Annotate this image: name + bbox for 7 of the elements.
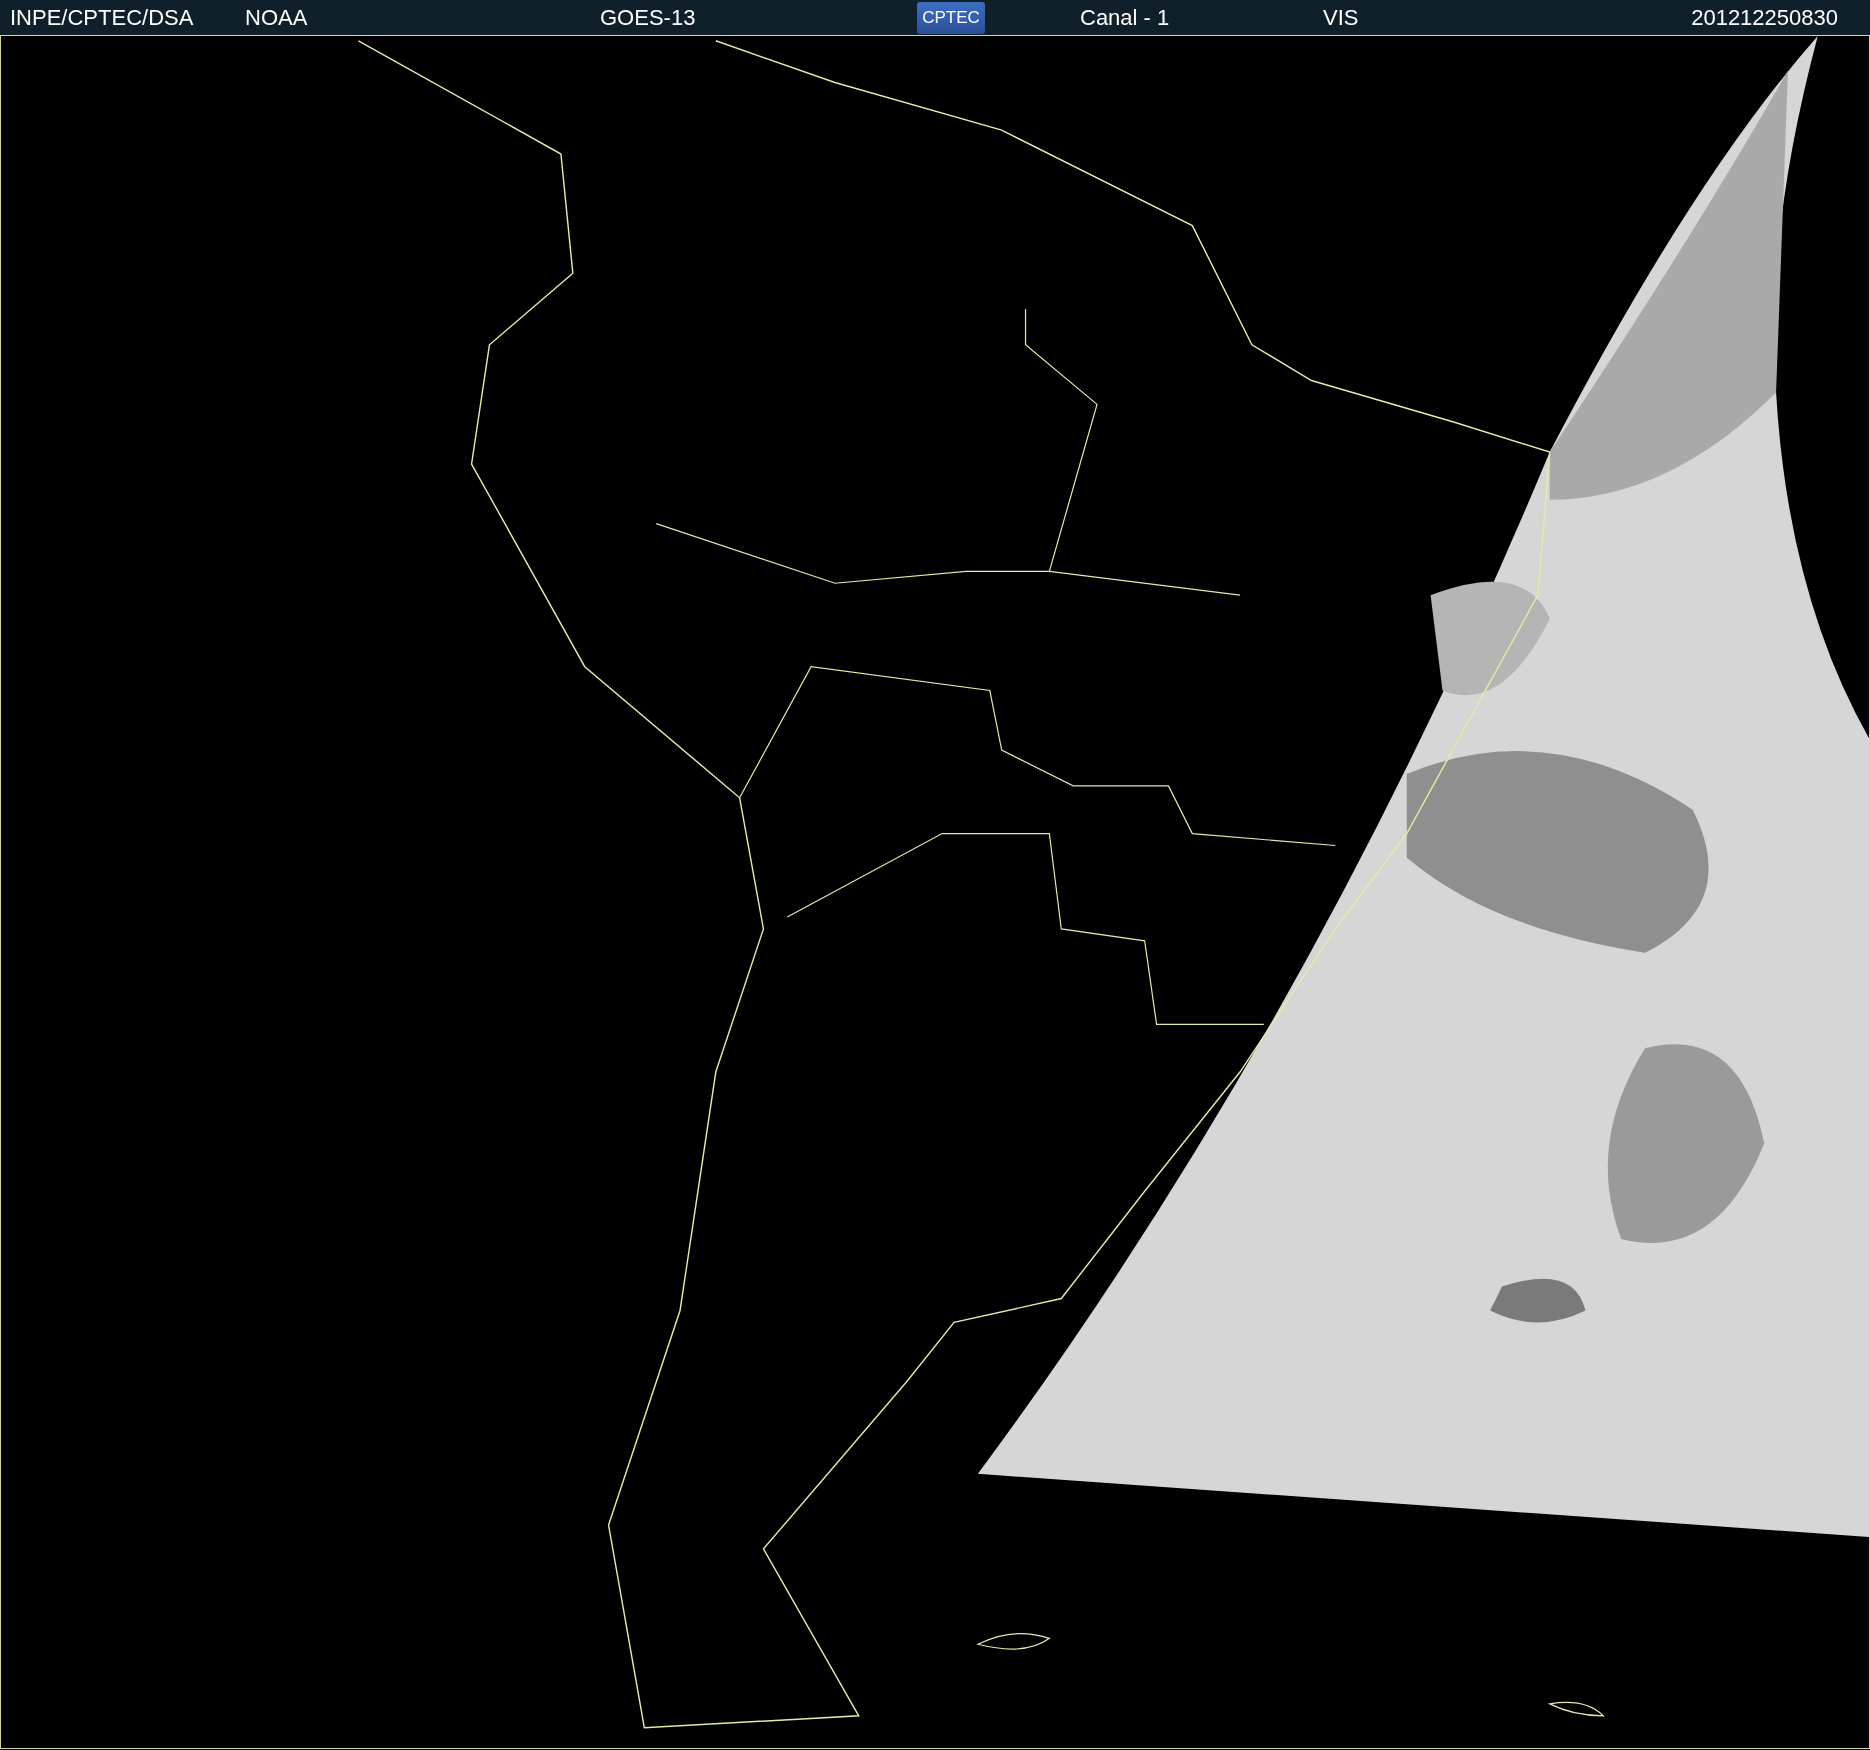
header-label: INPE/CPTEC/DSA [10, 4, 195, 31]
header-label: VIS [1323, 4, 1360, 31]
logo: CPTEC [917, 1, 985, 34]
header-label: 201212250830 [1691, 4, 1838, 31]
header-label: GOES-13 [600, 4, 697, 31]
header-label: NOAA [245, 4, 309, 31]
header-label: Canal - 1 [1080, 4, 1171, 31]
